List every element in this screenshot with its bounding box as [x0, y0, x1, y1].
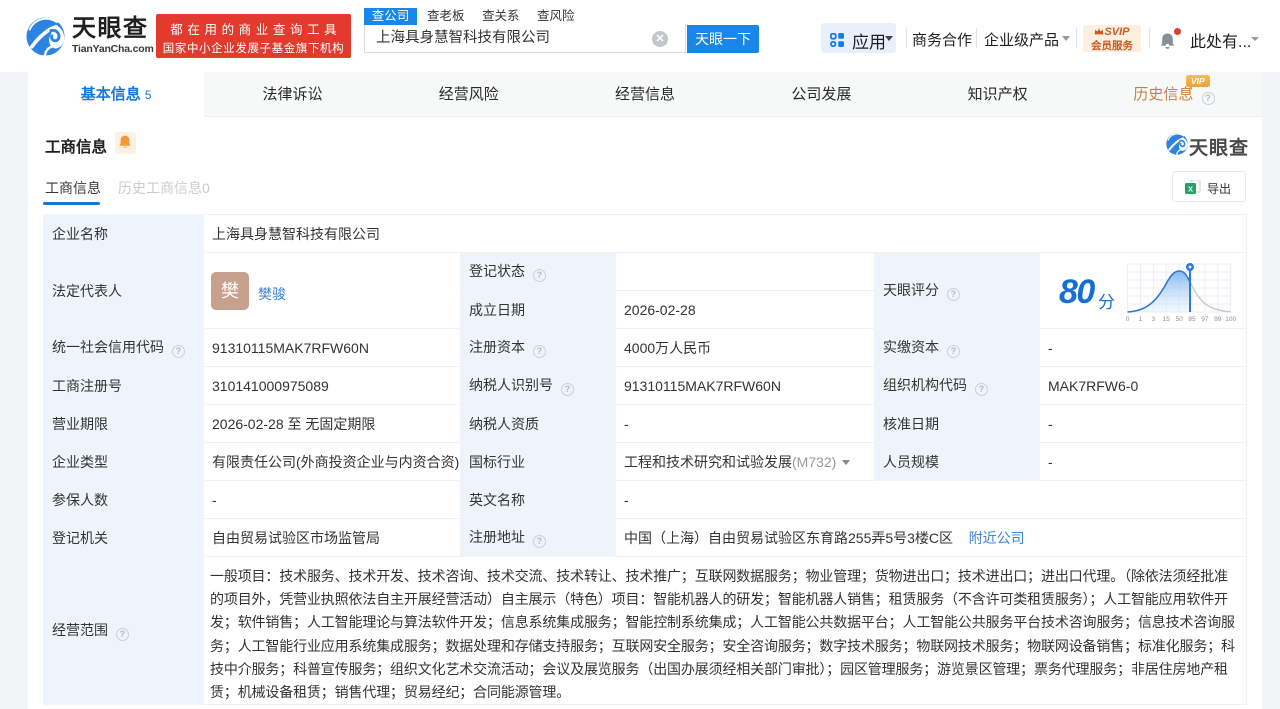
svg-text:85: 85 [1188, 316, 1196, 323]
svg-text:100: 100 [1225, 316, 1236, 323]
svg-text:15: 15 [1163, 316, 1171, 323]
svg-text:x: x [1188, 184, 1193, 194]
svg-text:3: 3 [1151, 316, 1155, 323]
svg-text:99: 99 [1214, 316, 1222, 323]
svg-text:0: 0 [1126, 316, 1130, 323]
svg-text:50: 50 [1175, 316, 1183, 323]
svg-text:1: 1 [1139, 316, 1143, 323]
svg-text:97: 97 [1201, 316, 1209, 323]
